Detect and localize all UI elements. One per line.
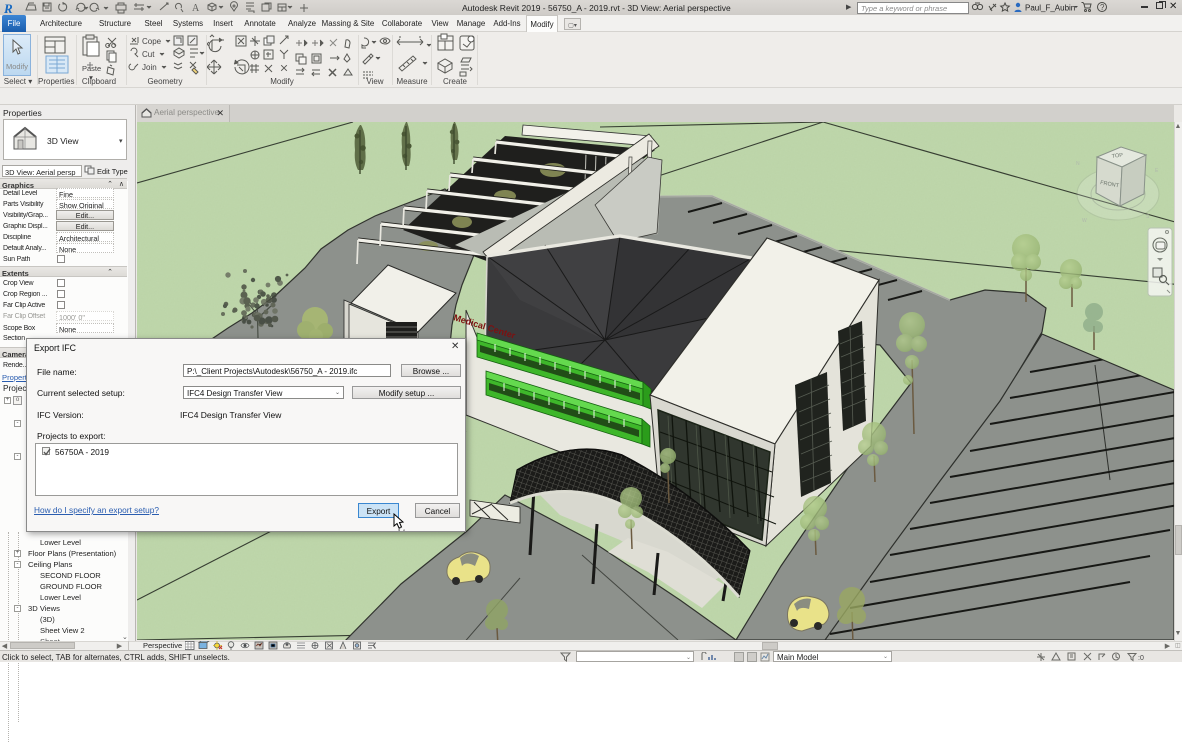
svg-text:Cut: Cut xyxy=(142,50,155,59)
svg-text:N: N xyxy=(1076,161,1080,167)
svg-text:?: ? xyxy=(1100,3,1105,12)
svg-text::0: :0 xyxy=(1138,655,1144,662)
svg-text:W: W xyxy=(1082,218,1087,224)
svg-text:Cope: Cope xyxy=(142,37,162,46)
svg-text:A: A xyxy=(192,3,200,14)
svg-text:Join: Join xyxy=(142,63,157,72)
svg-text:Paul_F_Aubin: Paul_F_Aubin xyxy=(1025,4,1075,13)
